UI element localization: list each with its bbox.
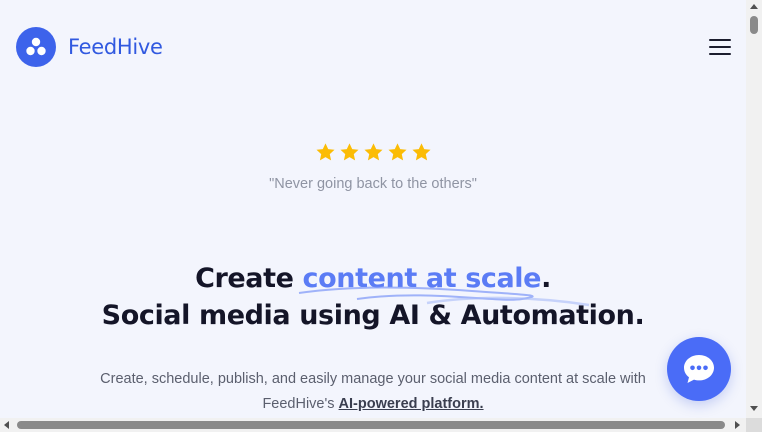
star-icon bbox=[411, 143, 431, 161]
brand-name: FeedHive bbox=[68, 35, 163, 59]
star-icon bbox=[315, 143, 335, 161]
rating-stars bbox=[0, 142, 746, 168]
hamburger-menu-icon-bar bbox=[709, 52, 731, 55]
scroll-right-arrow-icon[interactable] bbox=[735, 421, 740, 429]
horizontal-scrollbar[interactable] bbox=[0, 418, 746, 432]
hero-headline-line1: Create content at scale . bbox=[0, 260, 746, 307]
hexagon-cluster-logo-icon bbox=[16, 27, 56, 67]
hamburger-menu-icon-bar bbox=[709, 45, 731, 48]
scroll-up-arrow-icon[interactable] bbox=[750, 4, 758, 9]
page-viewport: FeedHive "Never going back to the others… bbox=[0, 0, 746, 418]
hamburger-menu-button[interactable] bbox=[706, 38, 734, 60]
vertical-scrollbar[interactable] bbox=[746, 0, 762, 418]
chat-widget-button[interactable] bbox=[667, 337, 731, 401]
star-icon bbox=[339, 143, 359, 161]
star-icon bbox=[363, 143, 383, 161]
headline-highlight-text: content at scale bbox=[302, 263, 542, 294]
testimonial-quote: "Never going back to the others" bbox=[269, 176, 477, 192]
star-row bbox=[315, 142, 432, 163]
ai-platform-link[interactable]: AI-powered platform. bbox=[339, 396, 484, 412]
brand-logo-link[interactable]: FeedHive bbox=[16, 27, 163, 67]
site-header: FeedHive bbox=[0, 0, 746, 96]
hero-headline-line2: Social media using AI & Automation. bbox=[101, 300, 645, 331]
hero-subtext: Create, schedule, publish, and easily ma… bbox=[80, 367, 666, 417]
scroll-down-arrow-icon[interactable] bbox=[750, 406, 758, 411]
headline-highlight: content at scale bbox=[298, 263, 589, 307]
vertical-scrollbar-thumb[interactable] bbox=[750, 16, 758, 34]
chat-bubble-icon bbox=[684, 355, 714, 383]
scrollbar-corner bbox=[746, 418, 762, 432]
hero-headline: Create content at scale . Social media u… bbox=[0, 260, 746, 334]
headline-prefix: Create bbox=[195, 263, 303, 294]
horizontal-scrollbar-thumb[interactable] bbox=[17, 421, 725, 429]
scroll-left-arrow-icon[interactable] bbox=[4, 421, 9, 429]
headline-suffix: . bbox=[541, 263, 551, 294]
star-icon bbox=[387, 143, 407, 161]
hamburger-menu-icon bbox=[709, 38, 731, 41]
